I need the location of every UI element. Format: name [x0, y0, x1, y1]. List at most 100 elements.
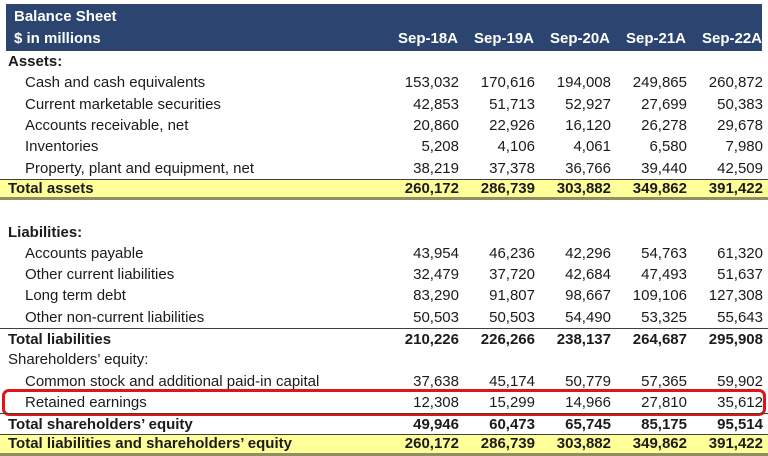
row-label: Shareholders’ equity: — [0, 351, 383, 368]
cell-value: 91,807 — [459, 287, 535, 304]
table-row: Total assets 260,172 286,739 303,882 349… — [0, 179, 768, 200]
cell-value: 391,422 — [687, 435, 763, 452]
cell-value: 12,308 — [383, 394, 459, 411]
cell-value: 109,106 — [611, 287, 687, 304]
row-label: Current marketable securities — [0, 96, 383, 113]
table-row: Other non-current liabilities 50,503 50,… — [0, 307, 768, 328]
cell-value: 50,503 — [459, 309, 535, 326]
table-row: Common stock and additional paid-in capi… — [0, 370, 768, 391]
cell-value: 22,926 — [459, 117, 535, 134]
table-header: Balance Sheet $ in millions Sep-18A Sep-… — [6, 4, 762, 51]
cell-value: 29,678 — [687, 117, 763, 134]
table-row: Other current liabilities 32,479 37,720 … — [0, 264, 768, 285]
cell-value: 303,882 — [535, 435, 611, 452]
row-label: Liabilities: — [0, 224, 383, 241]
cell-value: 65,745 — [535, 416, 611, 433]
cell-value: 57,365 — [611, 373, 687, 390]
row-label: Total assets — [0, 180, 383, 197]
cell-value: 286,739 — [459, 435, 535, 452]
cell-value: 170,616 — [459, 74, 535, 91]
cell-value: 260,172 — [383, 180, 459, 197]
cell-value: 49,946 — [383, 416, 459, 433]
table-row: Long term debt 83,290 91,807 98,667 109,… — [0, 285, 768, 306]
table-row: Property, plant and equipment, net 38,21… — [0, 157, 768, 178]
cell-value: 50,779 — [535, 373, 611, 390]
cell-value: 260,172 — [383, 435, 459, 452]
table-row: Liabilities: — [0, 221, 768, 242]
cell-value: 53,325 — [611, 309, 687, 326]
units-label: $ in millions — [6, 30, 382, 47]
cell-value: 35,612 — [687, 394, 763, 411]
table-row: Total liabilities 210,226 226,266 238,13… — [0, 328, 768, 349]
cell-value: 54,490 — [535, 309, 611, 326]
cell-value: 153,032 — [383, 74, 459, 91]
cell-value: 60,473 — [459, 416, 535, 433]
cell-value: 194,008 — [535, 74, 611, 91]
cell-value: 54,763 — [611, 245, 687, 262]
table-row: Total liabilities and shareholders’ equi… — [0, 434, 768, 455]
row-label: Long term debt — [0, 287, 383, 304]
cell-value: 37,638 — [383, 373, 459, 390]
cell-value: 37,378 — [459, 160, 535, 177]
cell-value: 55,643 — [687, 309, 763, 326]
row-label: Other current liabilities — [0, 266, 383, 283]
row-label: Other non-current liabilities — [0, 309, 383, 326]
table-row: Accounts payable 43,954 46,236 42,296 54… — [0, 243, 768, 264]
cell-value: 38,219 — [383, 160, 459, 177]
cell-value: 39,440 — [611, 160, 687, 177]
row-label: Total shareholders’ equity — [0, 416, 383, 433]
cell-value: 7,980 — [687, 138, 763, 155]
cell-value: 286,739 — [459, 180, 535, 197]
cell-value: 14,966 — [535, 394, 611, 411]
cell-value: 349,862 — [611, 435, 687, 452]
cell-value: 95,514 — [687, 416, 763, 433]
cell-value: 391,422 — [687, 180, 763, 197]
cell-value: 47,493 — [611, 266, 687, 283]
cell-value: 5,208 — [383, 138, 459, 155]
row-label: Total liabilities — [0, 331, 383, 348]
row-label: Assets: — [0, 53, 383, 70]
cell-value: 51,713 — [459, 96, 535, 113]
cell-value: 210,226 — [383, 331, 459, 348]
table-row: Current marketable securities 42,853 51,… — [0, 94, 768, 115]
column-header-sep-22a: Sep-22A — [686, 30, 762, 47]
table-row: Cash and cash equivalents 153,032 170,61… — [0, 72, 768, 93]
cell-value: 98,667 — [535, 287, 611, 304]
cell-value: 42,296 — [535, 245, 611, 262]
cell-value: 50,503 — [383, 309, 459, 326]
table-body: Assets: Cash and cash equivalents 153,03… — [0, 51, 768, 456]
cell-value: 52,927 — [535, 96, 611, 113]
table-row: Accounts receivable, net 20,860 22,926 1… — [0, 115, 768, 136]
column-header-sep-20a: Sep-20A — [534, 30, 610, 47]
row-label: Accounts payable — [0, 245, 383, 262]
cell-value: 26,278 — [611, 117, 687, 134]
cell-value: 27,699 — [611, 96, 687, 113]
cell-value: 59,902 — [687, 373, 763, 390]
cell-value: 32,479 — [383, 266, 459, 283]
table-row — [0, 200, 768, 221]
table-row: Total shareholders’ equity 49,946 60,473… — [0, 413, 768, 434]
cell-value: 260,872 — [687, 74, 763, 91]
column-header-row: $ in millions Sep-18A Sep-19A Sep-20A Se… — [6, 27, 762, 49]
cell-value: 249,865 — [611, 74, 687, 91]
row-label: Total liabilities and shareholders’ equi… — [0, 435, 383, 452]
cell-value: 42,509 — [687, 160, 763, 177]
cell-value: 295,908 — [687, 331, 763, 348]
table-row: Assets: — [0, 51, 768, 72]
cell-value: 226,266 — [459, 331, 535, 348]
column-header-sep-21a: Sep-21A — [610, 30, 686, 47]
cell-value: 61,320 — [687, 245, 763, 262]
table-row: Shareholders’ equity: — [0, 349, 768, 370]
column-header-sep-19a: Sep-19A — [458, 30, 534, 47]
cell-value: 42,684 — [535, 266, 611, 283]
cell-value: 264,687 — [611, 331, 687, 348]
cell-value: 16,120 — [535, 117, 611, 134]
row-label: Accounts receivable, net — [0, 117, 383, 134]
table-row: Inventories 5,208 4,106 4,061 6,580 7,98… — [0, 136, 768, 157]
table-row: Retained earnings 12,308 15,299 14,966 2… — [0, 392, 768, 413]
cell-value: 37,720 — [459, 266, 535, 283]
cell-value: 349,862 — [611, 180, 687, 197]
cell-value: 50,383 — [687, 96, 763, 113]
cell-value: 43,954 — [383, 245, 459, 262]
cell-value: 36,766 — [535, 160, 611, 177]
